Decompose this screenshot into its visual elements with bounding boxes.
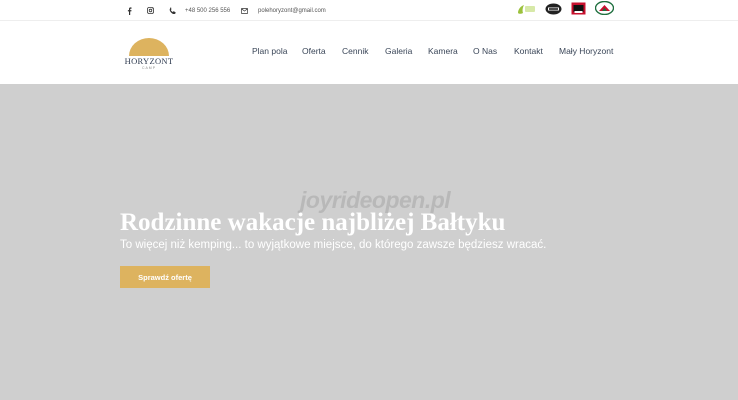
phone-number[interactable]: +48 500 256 556 <box>185 8 230 14</box>
hero-subtitle: To więcej niż kemping... to wyjątkowe mi… <box>120 239 547 251</box>
email-address[interactable]: polehoryzont@gmail.com <box>258 8 326 14</box>
phone-icon <box>169 7 176 14</box>
facebook-icon <box>127 6 132 15</box>
facebook-link[interactable] <box>127 0 132 21</box>
camping-badge <box>594 0 615 20</box>
nav-kontakt[interactable]: Kontakt <box>514 46 543 56</box>
dog-icon <box>571 2 586 20</box>
instagram-icon <box>147 7 154 14</box>
nav-o-nas[interactable]: O Nas <box>473 46 497 56</box>
sun-logo-icon <box>129 38 169 56</box>
logo-name: HORYZONT <box>124 56 174 66</box>
eko-badge <box>516 3 536 18</box>
nav-galeria[interactable]: Galeria <box>385 46 412 56</box>
phone-link[interactable]: +48 500 256 556 <box>169 0 230 21</box>
email-link[interactable]: polehoryzont@gmail.com <box>241 0 326 21</box>
nav-plan-pola[interactable]: Plan pola <box>252 46 287 56</box>
logo-tagline: CAMP <box>141 66 157 70</box>
wifi-badge <box>545 3 562 18</box>
nav-maly-horyzont[interactable]: Mały Horyzont <box>559 46 613 56</box>
top-bar: +48 500 256 556 polehoryzont@gmail.com <box>0 0 738 21</box>
nav-kamera[interactable]: Kamera <box>428 46 458 56</box>
mail-icon <box>241 7 248 14</box>
hero-title: Rodzinne wakacje najbliżej Bałtyku <box>120 209 506 236</box>
nav-oferta[interactable]: Oferta <box>302 46 326 56</box>
hero-section: joyrideopen.pl Rodzinne wakacje najbliże… <box>0 84 738 400</box>
nav-cennik[interactable]: Cennik <box>342 46 368 56</box>
camping-icon <box>594 0 615 20</box>
leaf-icon <box>516 2 536 20</box>
instagram-link[interactable] <box>147 0 154 21</box>
wifi-icon <box>545 2 562 20</box>
check-offer-button[interactable]: Sprawdź ofertę <box>120 266 210 288</box>
site-logo[interactable]: HORYZONT CAMP <box>124 38 174 72</box>
main-header: HORYZONT CAMP Plan pola Oferta Cennik Ga… <box>0 21 738 84</box>
dog-friendly-badge <box>571 2 586 20</box>
